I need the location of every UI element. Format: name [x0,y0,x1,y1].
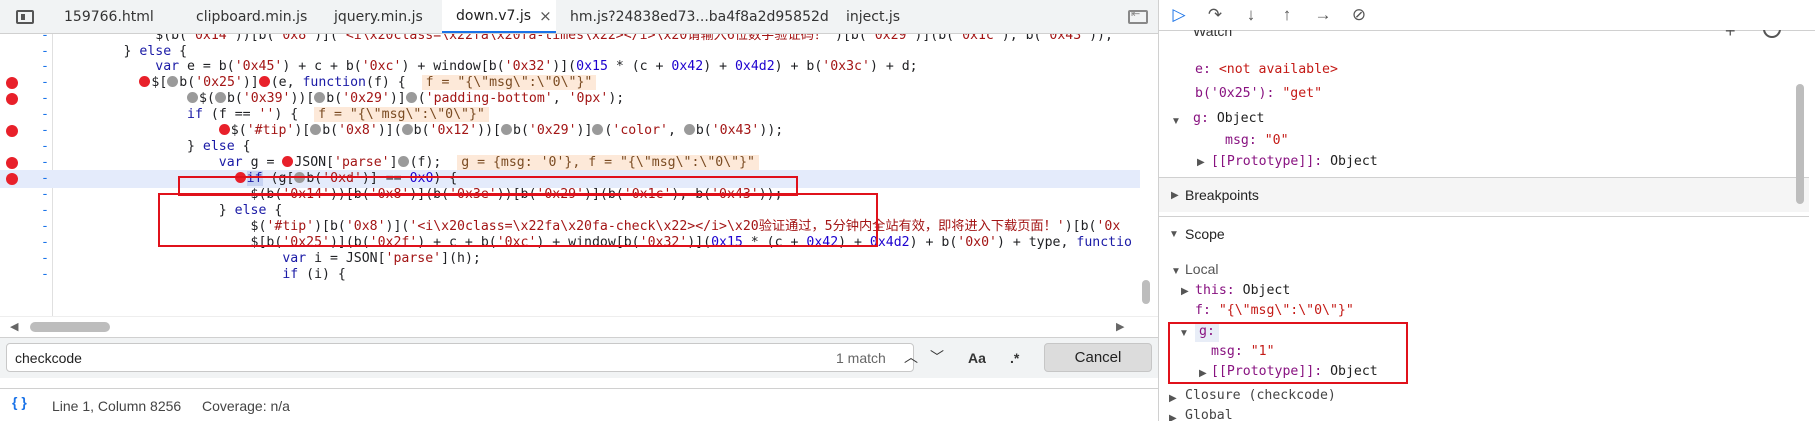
step-over-icon[interactable]: ↷ [1203,4,1227,26]
annotation-box [158,193,878,247]
expand-down-icon: ▼ [1169,229,1179,240]
chevron-down-icon[interactable]: ﹀ [926,346,948,368]
watch-property[interactable]: [[Prototype]]: Object [1211,152,1378,172]
refresh-icon[interactable] [1763,30,1781,38]
expand-right-icon[interactable]: ▶ [1169,413,1177,421]
breakpoints-section[interactable]: ▶ Breakpoints [1159,177,1809,212]
scope-global[interactable]: Global [1185,406,1233,421]
close-icon[interactable]: × [539,7,552,25]
scope-closure[interactable]: Closure (checkcode) [1185,386,1336,406]
sidebar-toggle-icon [16,9,34,24]
search-bar: 1 match ︿ ﹀ Aa .* Cancel [0,337,1158,378]
vertical-scrollbar[interactable] [1795,48,1805,348]
scope-item[interactable]: this: Object [1195,281,1290,301]
scroll-right-icon[interactable]: ▶ [1116,320,1124,333]
scope-section[interactable]: ▼ Scope [1159,216,1809,251]
breakpoint-marker[interactable] [6,125,18,137]
debugger-pane: ▷ ↷ ↓ ↑ → ⊘ Watch + e: <not available> b… [1159,0,1815,421]
tab-file[interactable]: jquery.min.js [320,0,442,33]
add-watch-icon[interactable]: + [1725,30,1736,42]
scrollbar-thumb[interactable] [1796,84,1804,204]
tab-file[interactable]: 159766.html [50,0,182,33]
breakpoint-marker[interactable] [6,93,18,105]
breakpoint-marker[interactable] [6,157,18,169]
scope-local[interactable]: Local [1185,259,1218,279]
breakpoint-marker[interactable] [6,173,18,185]
debugger-toolbar: ▷ ↷ ↓ ↑ → ⊘ [1159,0,1815,31]
editor-pane: 159766.html clipboard.min.js jquery.min.… [0,0,1159,422]
expand-right-icon[interactable]: ▶ [1181,286,1189,297]
watch-item[interactable]: b('0x25'): "get" [1195,84,1322,104]
expand-right-icon: ▶ [1171,190,1179,201]
resume-icon[interactable]: ▷ [1167,4,1191,26]
tab-label: down.v7.js [456,7,532,24]
search-input[interactable] [6,343,914,372]
code-line[interactable]: - if (i) { [0,266,1140,284]
pretty-print-icon[interactable]: { } [12,394,34,416]
toggle-navigator-button[interactable] [0,0,50,33]
expand-down-icon[interactable]: ▼ [1171,116,1181,127]
watch-title: Watch [1193,30,1233,39]
scroll-left-icon[interactable]: ◀ [10,320,18,333]
deactivate-breakpoints-icon[interactable]: ⊘ [1347,4,1371,26]
file-tabs: 159766.html clipboard.min.js jquery.min.… [0,0,1158,34]
scrollbar-thumb[interactable] [30,322,110,332]
annotation-box [1168,322,1408,384]
horizontal-scrollbar[interactable]: ◀ ▶ [0,316,1158,337]
tab-file[interactable]: inject.js [832,0,922,33]
expand-down-icon[interactable]: ▼ [1171,266,1181,277]
cancel-button[interactable]: Cancel [1044,343,1152,372]
step-icon[interactable]: → [1311,4,1335,26]
toggle-debugger-button[interactable] [1118,0,1158,33]
watch-property[interactable]: msg: "0" [1225,131,1289,151]
tab-file-active[interactable]: down.v7.js × [442,0,556,33]
vertical-scrollbar-thumb[interactable] [1142,280,1150,304]
tab-file[interactable]: hm.js?24838ed73...ba4f8a2d95852d [556,0,832,33]
collapse-panel-icon [1128,7,1148,24]
devtools-sources: 159766.html clipboard.min.js jquery.min.… [0,0,1815,422]
tab-file[interactable]: clipboard.min.js [182,0,320,33]
coverage-status: Coverage: n/a [202,398,290,414]
match-case-button[interactable]: Aa [968,350,986,366]
code-editor[interactable]: - $(b('0x14'))[b('0x8')]('<i\x20class=\x… [0,34,1158,316]
scope-item[interactable]: f: "{\"msg\":\"0\"}" [1195,301,1354,321]
chevron-up-icon[interactable]: ︿ [900,346,922,368]
cursor-position: Line 1, Column 8256 [52,398,182,414]
step-out-icon[interactable]: ↑ [1275,4,1299,26]
expand-right-icon[interactable]: ▶ [1169,393,1177,404]
step-into-icon[interactable]: ↓ [1239,4,1263,26]
watch-item[interactable]: e: <not available> [1195,60,1338,80]
breakpoint-marker[interactable] [6,77,18,89]
watch-item[interactable]: g: Object [1193,109,1264,129]
expand-right-icon[interactable]: ▶ [1197,157,1205,168]
match-count: 1 match [836,350,886,366]
watch-header[interactable]: Watch + [1159,30,1815,44]
regex-button[interactable]: .* [1010,350,1019,366]
status-bar: { } Line 1, Column 8256 Coverage: n/a [0,388,1158,422]
